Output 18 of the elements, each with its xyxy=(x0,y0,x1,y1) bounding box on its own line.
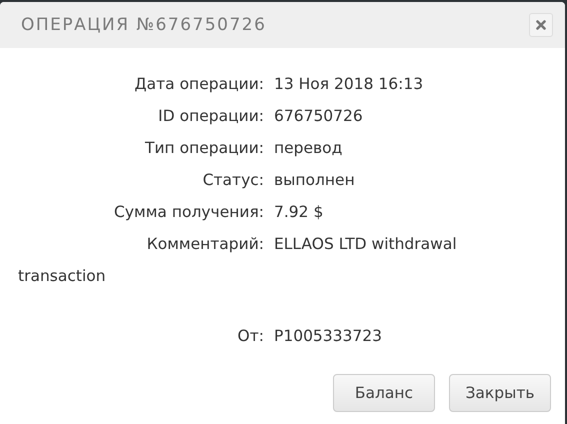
field-value: 7.92 $ xyxy=(274,202,324,223)
dialog-title: ОПЕРАЦИЯ №676750726 xyxy=(21,15,266,35)
field-label: Сумма получения: xyxy=(113,202,265,223)
field-value: выполнен xyxy=(274,170,355,191)
close-button[interactable] xyxy=(529,13,553,37)
comment-text: Комментарий: ELLAOS LTD withdrawal transaction xyxy=(18,234,458,287)
field-value: 676750726 xyxy=(274,106,363,127)
field-value: перевод xyxy=(274,138,342,159)
field-label: Тип операции: xyxy=(144,138,265,159)
close-icon xyxy=(536,20,546,30)
field-label: Дата операции: xyxy=(134,74,265,95)
field-value: 13 Ноя 2018 16:13 xyxy=(274,74,424,95)
field-label: От: xyxy=(236,326,265,347)
field-value: P1005333723 xyxy=(274,326,382,347)
field-label: ID операции: xyxy=(157,106,265,127)
dialog-button[interactable]: Баланс xyxy=(333,374,435,412)
field-label: Статус: xyxy=(202,170,265,191)
dialog-button[interactable]: Закрыть xyxy=(449,374,551,412)
